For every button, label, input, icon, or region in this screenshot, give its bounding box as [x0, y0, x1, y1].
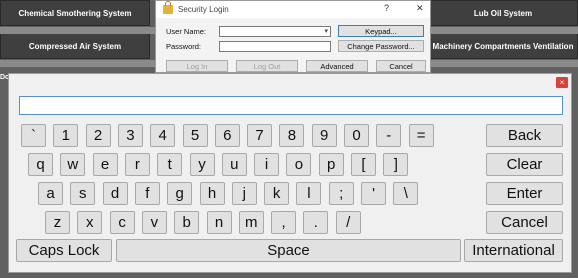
char-key[interactable]: 7 — [247, 124, 273, 147]
char-key[interactable]: 5 — [182, 124, 208, 147]
keypad-input[interactable] — [19, 96, 563, 115]
keypad-button[interactable]: Keypad... — [338, 25, 424, 37]
advanced-button[interactable]: Advanced — [306, 60, 368, 72]
login-title: Security Login — [178, 5, 229, 14]
space-key[interactable]: Space — [116, 239, 461, 262]
keypad-window: × ` 1 2 3 4 5 6 7 8 9 0- = q w e r t y u i o p [] a s d f g h j k l; ' \ z… — [8, 73, 572, 273]
char-key[interactable]: h — [199, 182, 225, 205]
char-key[interactable]: b — [174, 211, 200, 234]
tile-machinery-ventilation[interactable]: Machinery Compartments Ventilation — [428, 33, 578, 59]
char-key[interactable]: r — [124, 153, 150, 176]
password-label: Password: — [166, 42, 202, 51]
char-key[interactable]: 4 — [150, 124, 176, 147]
char-key[interactable]: , — [271, 211, 297, 234]
char-key[interactable]: 6 — [214, 124, 240, 147]
tile-label: Compressed Air System — [28, 41, 122, 51]
char-key[interactable]: ` — [21, 124, 46, 147]
char-key[interactable]: n — [206, 211, 232, 234]
char-key[interactable]: i — [254, 153, 280, 176]
char-key[interactable]: u — [221, 153, 247, 176]
clear-key[interactable]: Clear — [486, 153, 563, 176]
char-key[interactable]: l — [296, 182, 322, 205]
security-login-dialog: Security Login ? ✕ User Name: ▾ Password… — [155, 0, 431, 73]
char-key[interactable]: . — [303, 211, 329, 234]
international-key[interactable]: International — [464, 239, 563, 262]
cancel-key[interactable]: Cancel — [486, 211, 563, 234]
help-icon[interactable]: ? — [384, 3, 389, 13]
char-key[interactable]: p — [318, 153, 344, 176]
char-key[interactable]: m — [238, 211, 264, 234]
char-key[interactable]: 2 — [85, 124, 111, 147]
char-key[interactable]: d — [102, 182, 128, 205]
close-icon[interactable]: ✕ — [416, 3, 424, 14]
keypad-titlebar — [9, 74, 571, 92]
enter-key[interactable]: Enter — [486, 182, 563, 205]
char-key[interactable]: 0 — [344, 124, 369, 147]
char-key[interactable]: s — [70, 182, 96, 205]
char-key[interactable]: 8 — [279, 124, 305, 147]
char-key[interactable]: k — [264, 182, 290, 205]
tile-label: Lub Oil System — [473, 8, 533, 18]
close-icon[interactable]: × — [556, 77, 568, 88]
char-key[interactable]: z — [45, 211, 70, 234]
char-key[interactable]: v — [141, 211, 167, 234]
logout-button[interactable]: Log Out — [236, 60, 298, 72]
char-key[interactable]: - — [376, 124, 402, 147]
lock-icon — [163, 1, 173, 14]
char-key[interactable]: ' — [361, 182, 386, 205]
char-key[interactable]: q — [28, 153, 53, 176]
char-key[interactable]: / — [335, 211, 361, 234]
char-key[interactable]: = — [408, 124, 434, 147]
char-key[interactable]: c — [109, 211, 135, 234]
char-key[interactable]: f — [134, 182, 160, 205]
char-key[interactable]: g — [167, 182, 193, 205]
char-key[interactable]: a — [38, 182, 63, 205]
username-combo[interactable]: ▾ — [219, 26, 331, 37]
change-password-button[interactable]: Change Password... — [338, 40, 424, 52]
char-key[interactable]: o — [286, 153, 312, 176]
char-key[interactable]: w — [60, 153, 86, 176]
char-key[interactable]: 3 — [117, 124, 143, 147]
tile-compressed-air[interactable]: Compressed Air System — [0, 33, 150, 59]
char-key[interactable]: \ — [393, 182, 419, 205]
char-key[interactable]: t — [157, 153, 183, 176]
tile-label: Chemical Smothering System — [18, 8, 132, 18]
char-key[interactable]: y — [189, 153, 215, 176]
tile-lub-oil[interactable]: Lub Oil System — [428, 0, 578, 26]
char-key[interactable]: ; — [328, 182, 354, 205]
char-key[interactable]: x — [77, 211, 103, 234]
tile-label: Machinery Compartments Ventilation — [432, 41, 574, 51]
login-titlebar: Security Login ? ✕ — [156, 1, 430, 18]
cancel-button[interactable]: Cancel — [376, 60, 426, 72]
char-key[interactable]: 9 — [311, 124, 337, 147]
tile-chemical-smothering[interactable]: Chemical Smothering System — [0, 0, 150, 26]
username-label: User Name: — [166, 27, 207, 36]
back-key[interactable]: Back — [486, 124, 563, 147]
caps-lock-key[interactable]: Caps Lock — [16, 239, 112, 262]
char-key[interactable]: 1 — [53, 124, 79, 147]
char-key[interactable]: j — [231, 182, 257, 205]
char-key[interactable]: [ — [351, 153, 376, 176]
password-field[interactable] — [219, 41, 331, 52]
chevron-down-icon[interactable]: ▾ — [324, 27, 328, 35]
screen: Chemical Smothering System Lub Oil Syste… — [0, 0, 578, 278]
login-button[interactable]: Log In — [166, 60, 228, 72]
char-key[interactable]: e — [92, 153, 118, 176]
char-key[interactable]: ] — [383, 153, 409, 176]
